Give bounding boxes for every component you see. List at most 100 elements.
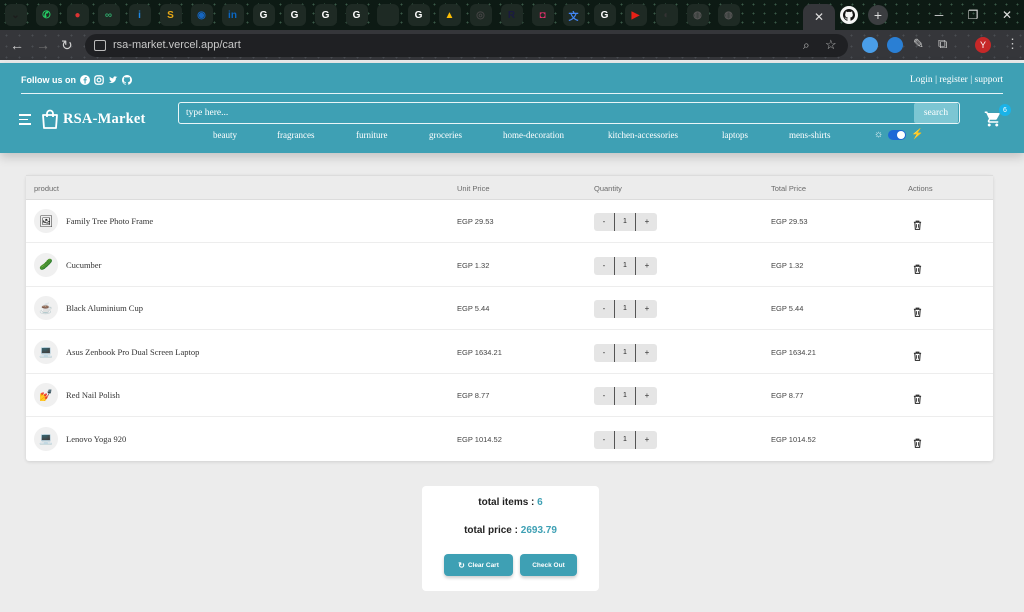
google-icon[interactable]: G <box>345 4 368 26</box>
forward-icon[interactable]: → <box>36 37 50 53</box>
github-icon[interactable] <box>122 75 132 85</box>
product-name[interactable]: Family Tree Photo Frame <box>66 216 153 226</box>
minimize-icon[interactable]: ─ <box>922 0 956 30</box>
globe-icon[interactable]: ◍ <box>717 4 740 26</box>
instagram-icon[interactable] <box>94 75 104 85</box>
bookmark-star-icon[interactable]: ☆ <box>825 37 837 53</box>
category-fragrances[interactable]: fragrances <box>277 130 314 140</box>
trash-icon[interactable] <box>913 391 922 409</box>
facebook-icon[interactable] <box>80 75 90 85</box>
close-tab-icon[interactable]: ✕ <box>814 10 824 24</box>
category-groceries[interactable]: groceries <box>429 130 462 140</box>
decrease-qty-button[interactable]: - <box>594 387 614 405</box>
whatsapp-icon[interactable]: ✆ <box>35 4 58 26</box>
decrease-qty-button[interactable]: - <box>594 213 614 231</box>
tab-dark-icon[interactable] <box>376 4 399 26</box>
category-home-decoration[interactable]: home-decoration <box>503 130 564 140</box>
reload-icon[interactable]: ↻ <box>61 37 73 53</box>
login-link[interactable]: Login <box>910 75 933 85</box>
react-devtools-icon[interactable] <box>887 37 903 53</box>
address-bar[interactable]: rsa-market.vercel.app/cart ⌕ ☆ <box>85 34 848 57</box>
product-name[interactable]: Cucumber <box>66 260 101 270</box>
trash-icon[interactable] <box>913 435 922 453</box>
product-name[interactable]: Black Aluminium Cup <box>66 303 143 313</box>
google-icon[interactable]: G <box>283 4 306 26</box>
category-kitchen-accessories[interactable]: kitchen-accessories <box>608 130 678 140</box>
globe-icon[interactable]: ◍ <box>686 4 709 26</box>
twitter-icon[interactable] <box>108 75 118 85</box>
translate-icon[interactable]: 文 <box>562 4 585 26</box>
search-button[interactable]: search <box>914 103 958 123</box>
zoom-icon[interactable]: ⌕ <box>803 38 810 53</box>
increase-qty-button[interactable]: + <box>637 257 657 275</box>
support-link[interactable]: support <box>975 75 1004 85</box>
total-price: total price : 2693.79 <box>422 525 599 536</box>
increase-qty-button[interactable]: + <box>637 213 657 231</box>
tab-blue-icon[interactable]: i <box>128 4 151 26</box>
tab-green-icon[interactable]: ∞ <box>97 4 120 26</box>
back-icon[interactable]: ← <box>10 37 24 53</box>
url-text[interactable]: rsa-market.vercel.app/cart <box>113 39 241 51</box>
trash-icon[interactable] <box>913 348 922 366</box>
chrome-menu-icon[interactable]: ⌄ <box>4 4 27 26</box>
category-laptops[interactable]: laptops <box>722 130 748 140</box>
chatgpt-icon[interactable]: ◎ <box>469 4 492 26</box>
google-icon[interactable]: G <box>252 4 275 26</box>
eyedropper-icon[interactable]: ✎ <box>913 36 924 52</box>
trash-icon[interactable] <box>913 217 922 235</box>
profile-avatar[interactable]: Y <box>975 37 991 53</box>
decrease-qty-button[interactable]: - <box>594 431 614 449</box>
search-input[interactable] <box>179 103 914 123</box>
product-thumbnail[interactable]: 💻 <box>34 426 58 451</box>
brand-logo[interactable]: RSA-Market <box>41 109 146 129</box>
increase-qty-button[interactable]: + <box>637 300 657 318</box>
product-name[interactable]: Asus Zenbook Pro Dual Screen Laptop <box>66 347 199 357</box>
google-icon[interactable]: G <box>593 4 616 26</box>
google-icon[interactable]: G <box>407 4 430 26</box>
product-thumbnail[interactable]: 🖼 <box>34 209 58 233</box>
clear-cart-button[interactable]: ↻ Clear Cart <box>444 554 513 576</box>
github-icon[interactable]: ◐ <box>655 4 678 26</box>
theme-toggle[interactable] <box>888 129 907 140</box>
active-tab[interactable]: ✕ <box>803 4 835 30</box>
hamburger-menu-icon[interactable] <box>19 114 31 128</box>
decrease-qty-button[interactable]: - <box>594 344 614 362</box>
product-thumbnail[interactable]: 💻 <box>34 339 58 364</box>
cart-button[interactable]: 6 <box>984 104 1011 133</box>
tab-ring-icon[interactable]: ◉ <box>190 4 213 26</box>
product-thumbnail[interactable]: 🥒 <box>34 252 58 277</box>
product-name[interactable]: Lenovo Yoga 920 <box>66 434 126 444</box>
github-tab-icon[interactable] <box>840 6 858 24</box>
decrease-qty-button[interactable]: - <box>594 300 614 318</box>
close-window-icon[interactable]: ✕ <box>990 0 1024 30</box>
tab-red-icon[interactable]: ● <box>66 4 89 26</box>
tab-yellow-icon[interactable]: S <box>159 4 182 26</box>
youtube-icon[interactable]: ▶ <box>624 4 647 26</box>
category-mens-shirts[interactable]: mens-shirts <box>789 130 831 140</box>
drive-icon[interactable]: ▲ <box>438 4 461 26</box>
category-beauty[interactable]: beauty <box>213 130 237 140</box>
extensions-puzzle-icon[interactable]: ⧉ <box>938 36 947 52</box>
increase-qty-button[interactable]: + <box>637 387 657 405</box>
product-thumbnail[interactable]: 💅 <box>34 383 58 407</box>
linkedin-icon[interactable]: in <box>221 4 244 26</box>
increase-qty-button[interactable]: + <box>637 431 657 449</box>
tab-r-icon[interactable]: R <box>500 4 523 26</box>
product-image-icon: 💻 <box>39 346 53 358</box>
trash-icon[interactable] <box>913 261 922 279</box>
category-furniture[interactable]: furniture <box>356 130 388 140</box>
trash-icon[interactable] <box>913 304 922 322</box>
product-name[interactable]: Red Nail Polish <box>66 390 120 400</box>
browser-menu-icon[interactable]: ⋮ <box>1006 36 1019 52</box>
product-thumbnail[interactable]: ☕ <box>34 296 58 320</box>
decrease-qty-button[interactable]: - <box>594 257 614 275</box>
extension-icon[interactable] <box>862 37 878 53</box>
instagram-icon[interactable]: ◘ <box>531 4 554 26</box>
register-link[interactable]: register <box>939 75 968 85</box>
increase-qty-button[interactable]: + <box>637 344 657 362</box>
new-tab-button[interactable]: + <box>868 5 888 25</box>
maximize-icon[interactable]: ❐ <box>956 0 990 30</box>
checkout-button[interactable]: Check Out <box>520 554 577 576</box>
site-info-icon[interactable] <box>94 40 106 51</box>
google-icon[interactable]: G <box>314 4 337 26</box>
